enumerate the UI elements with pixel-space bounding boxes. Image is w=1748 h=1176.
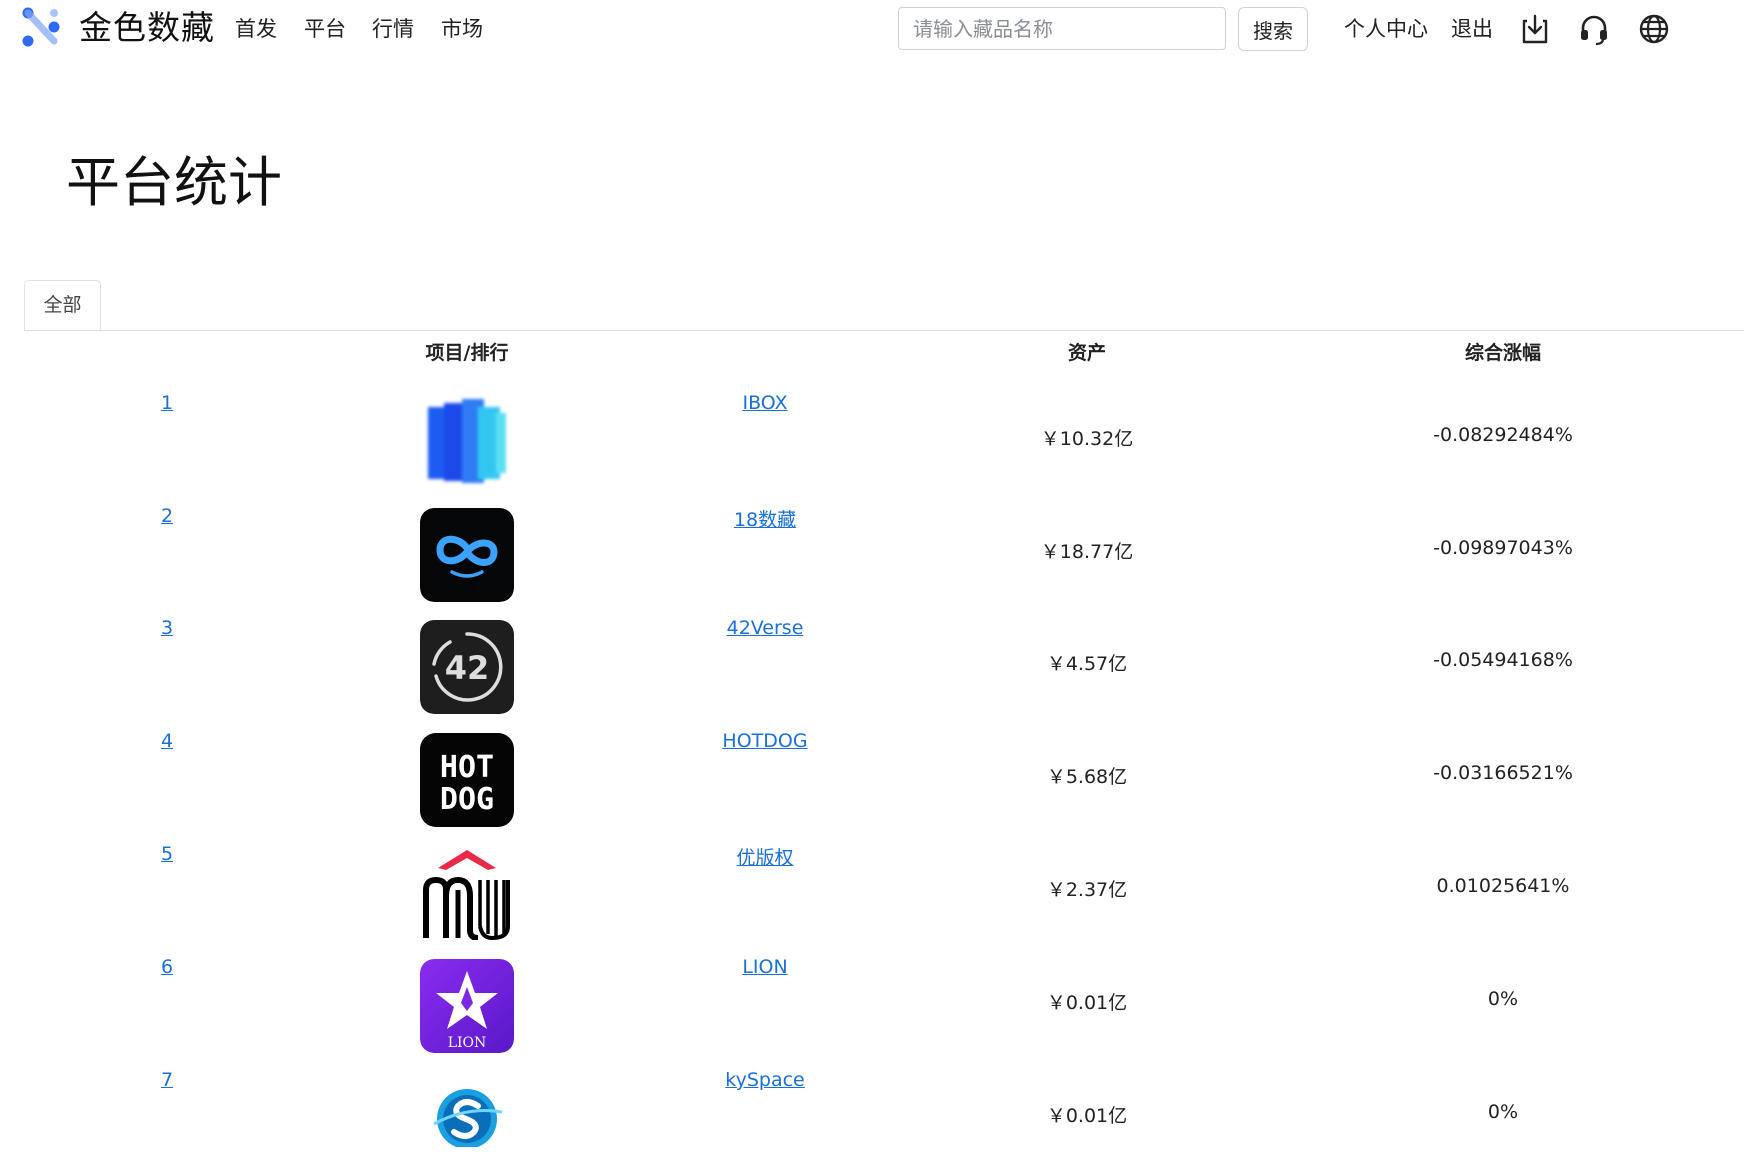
top-header: 金色数藏 首发 平台 行情 市场 搜索 个人中心 退出 [0, 0, 1748, 56]
asset-value: ￥5.68亿 [1046, 766, 1128, 788]
asset-value: ￥2.37亿 [1046, 879, 1128, 901]
nav-item-shoufa[interactable]: 首发 [235, 14, 277, 44]
platform-name-link[interactable]: kySpace [725, 1069, 804, 1091]
lion-logo[interactable]: LION [420, 959, 514, 1053]
asset-value: ￥18.77亿 [1040, 541, 1134, 563]
asset-value: ￥0.01亿 [1046, 992, 1128, 1014]
page-title: 平台统计 [66, 151, 282, 214]
change-value: 0% [1487, 1101, 1519, 1123]
ibox-logo[interactable] [420, 395, 514, 489]
18-logo[interactable] [420, 508, 514, 602]
42verse-logo-text: 42 [445, 649, 490, 687]
42verse-logo[interactable]: 42 [420, 620, 514, 714]
change-value: 0% [1487, 988, 1519, 1010]
platform-name-link[interactable]: LION [742, 956, 787, 978]
user-center-link[interactable]: 个人中心 [1344, 14, 1428, 44]
hotdog-logo-text-hot: HOT [440, 750, 494, 785]
rank-link[interactable]: 7 [161, 1069, 173, 1091]
download-icon[interactable] [1517, 11, 1553, 47]
brand-logo[interactable] [22, 6, 60, 48]
tab-bar: 全部 [24, 280, 1744, 331]
column-header-change: 综合涨幅 [1464, 342, 1542, 364]
change-value: -0.09897043% [1433, 537, 1573, 559]
table-row: 3 42 42Verse ￥4.57亿 -0.05494168% [0, 611, 1748, 724]
table-header: 项目/排行 资产 综合涨幅 [0, 338, 1748, 370]
rank-link[interactable]: 5 [161, 843, 173, 865]
platform-name-link[interactable]: HOTDOG [722, 730, 807, 752]
search-button[interactable]: 搜索 [1238, 7, 1308, 51]
column-header-assets: 资产 [1067, 342, 1107, 364]
nav-item-hangqing[interactable]: 行情 [372, 14, 414, 44]
asset-value: ￥0.01亿 [1046, 1105, 1128, 1127]
table-row: 4 HOT DOG HOTDOG ￥5.68亿 -0.03166521% [0, 724, 1748, 837]
platform-name-link[interactable]: 18数藏 [734, 505, 796, 532]
lion-logo-text: LION [448, 1035, 487, 1051]
change-value: 0.01025641% [1436, 875, 1570, 897]
rank-link[interactable]: 4 [161, 730, 173, 752]
platform-name-link[interactable]: 优版权 [736, 843, 793, 870]
rank-link[interactable]: 6 [161, 956, 173, 978]
rank-link[interactable]: 2 [161, 505, 173, 527]
change-value: -0.08292484% [1433, 424, 1573, 446]
logout-link[interactable]: 退出 [1451, 14, 1493, 44]
kyspace-logo[interactable] [420, 1072, 514, 1147]
table-row: 6 LION LION ￥0.01亿 0% [0, 950, 1748, 1063]
asset-value: ￥10.32亿 [1040, 428, 1134, 450]
hotdog-logo[interactable]: HOT DOG [420, 733, 514, 827]
table-row: 7 kySpace ￥0.01亿 0% [0, 1063, 1748, 1176]
asset-value: ￥4.57亿 [1046, 653, 1128, 675]
brand-name[interactable]: 金色数藏 [79, 6, 215, 50]
headset-icon[interactable] [1576, 11, 1612, 47]
nav-item-pingtai[interactable]: 平台 [304, 14, 346, 44]
table-row: 5 优版权 ￥2.37亿 0.01025641% [0, 837, 1748, 950]
table-row: 2 18数藏 ￥18.77亿 -0.09897043% [0, 499, 1748, 612]
hotdog-logo-text-dog: DOG [440, 782, 494, 817]
platform-name-link[interactable]: 42Verse [727, 617, 804, 639]
platform-name-link[interactable]: IBOX [742, 392, 787, 414]
globe-icon[interactable] [1636, 11, 1672, 47]
rank-link[interactable]: 1 [161, 392, 173, 414]
tab-all[interactable]: 全部 [24, 280, 101, 330]
change-value: -0.03166521% [1433, 762, 1573, 784]
nav-item-shichang[interactable]: 市场 [441, 14, 483, 44]
rank-link[interactable]: 3 [161, 617, 173, 639]
column-header-project-rank: 项目/排行 [425, 342, 509, 364]
change-value: -0.05494168% [1433, 649, 1573, 671]
youbanquan-logo[interactable] [420, 846, 514, 940]
search-input[interactable] [898, 7, 1226, 50]
table-row: 1 IBOX ￥10.32亿 -0.08292484% [0, 386, 1748, 499]
